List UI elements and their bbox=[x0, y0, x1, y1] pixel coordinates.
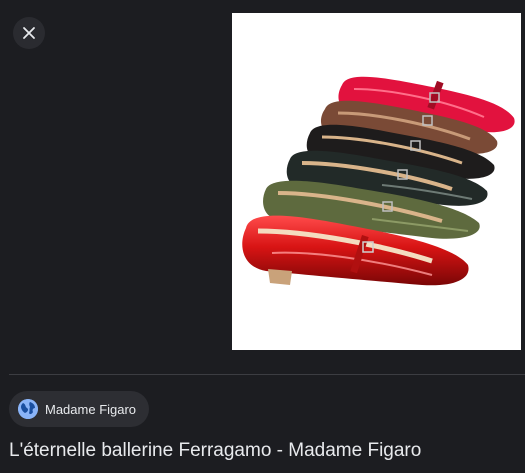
source-name: Madame Figaro bbox=[45, 401, 137, 417]
source-chip[interactable]: Madame Figaro bbox=[9, 391, 150, 427]
shoes-image bbox=[242, 76, 515, 286]
divider bbox=[9, 374, 525, 375]
result-title[interactable]: L'éternelle ballerine Ferragamo - Madame… bbox=[9, 440, 421, 462]
globe-icon bbox=[18, 399, 38, 419]
close-icon bbox=[22, 26, 36, 40]
close-button[interactable] bbox=[13, 17, 45, 49]
image-preview[interactable] bbox=[232, 13, 521, 350]
